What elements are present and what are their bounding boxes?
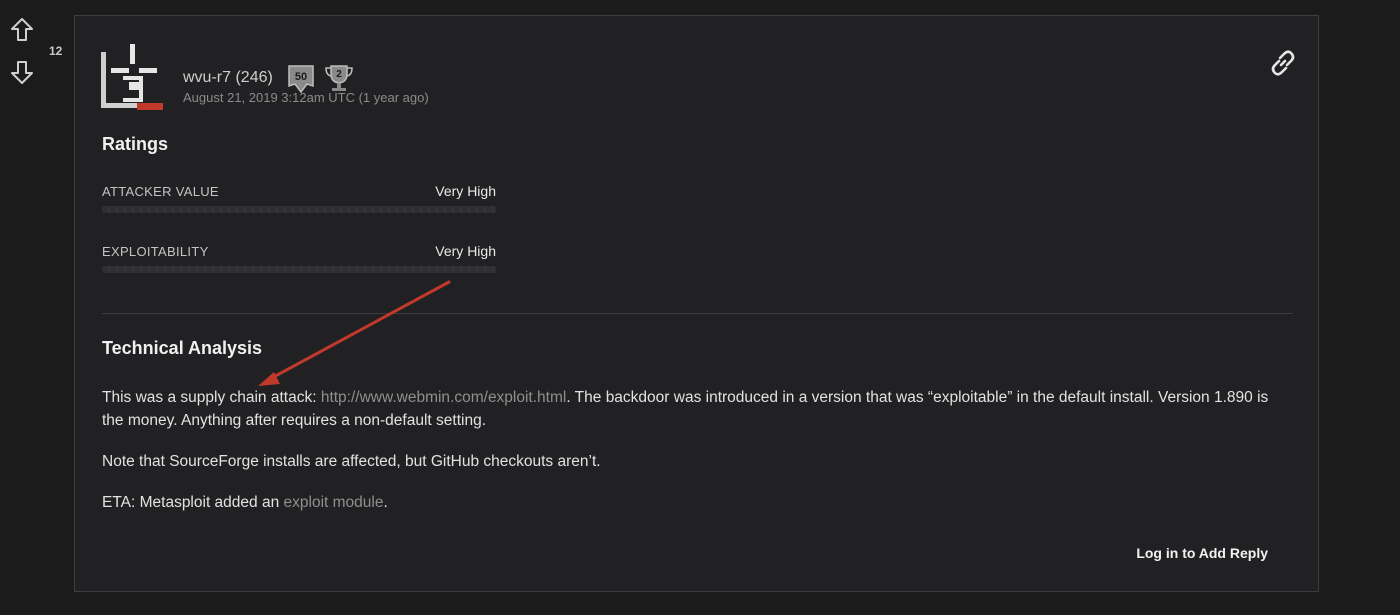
author-reputation: (246)	[235, 69, 273, 86]
analysis-text-segment: This was a supply chain attack:	[102, 389, 321, 406]
analysis-paragraph: This was a supply chain attack: http://w…	[102, 386, 1272, 432]
analysis-body: This was a supply chain attack: http://w…	[102, 386, 1272, 532]
analysis-title: Technical Analysis	[102, 338, 263, 358]
analysis-paragraph: Note that SourceForge installs are affec…	[102, 453, 601, 470]
author-username[interactable]: wvu-r7	[183, 69, 231, 86]
login-to-reply-button[interactable]: Log in to Add Reply	[1136, 545, 1268, 561]
analysis-text-segment: .	[383, 494, 388, 511]
ratings-title: Ratings	[102, 134, 169, 154]
link-icon	[1271, 50, 1295, 76]
post-date: August 21, 2019 3:12am UTC (1 year ago)	[183, 90, 429, 105]
arrow-up-icon	[11, 18, 33, 41]
rating-row-exploitability: EXPLOITABILITY Very High	[102, 243, 496, 273]
exploit-module-link[interactable]: exploit module	[284, 494, 384, 511]
rating-bar	[102, 206, 496, 213]
comment-card: wvu-r7 (246) 50 2 August 21, 2019 3:12am…	[74, 15, 1319, 592]
avatar[interactable]	[101, 44, 165, 112]
vote-column: 12	[0, 0, 74, 615]
rapid7-logo-icon	[101, 44, 163, 110]
section-divider	[102, 313, 1293, 314]
permalink-button[interactable]	[1268, 48, 1298, 78]
rating-bar	[102, 266, 496, 273]
downvote-button[interactable]	[8, 58, 36, 86]
rating-bar-fill	[102, 266, 496, 273]
trophy-badge-text: 2	[336, 69, 342, 80]
analysis-text-segment: ETA: Metasploit added an	[102, 494, 284, 511]
rating-bar-fill	[102, 206, 496, 213]
rating-value: Very High	[435, 183, 496, 199]
page: 12 wvu-r7 (246) 50 2 August 21, 2019 3:1…	[0, 0, 1400, 615]
upvote-button[interactable]	[8, 16, 36, 44]
vote-count: 12	[49, 44, 63, 58]
rating-value: Very High	[435, 243, 496, 259]
arrow-down-icon	[11, 61, 33, 84]
exploit-url-link[interactable]: http://www.webmin.com/exploit.html	[321, 389, 567, 406]
rating-row-attacker-value: ATTACKER VALUE Very High	[102, 183, 496, 213]
fifty-badge-text: 50	[295, 71, 307, 83]
author-name[interactable]: wvu-r7 (246)	[183, 69, 273, 87]
analysis-paragraph: ETA: Metasploit added an exploit module.	[102, 491, 1272, 514]
